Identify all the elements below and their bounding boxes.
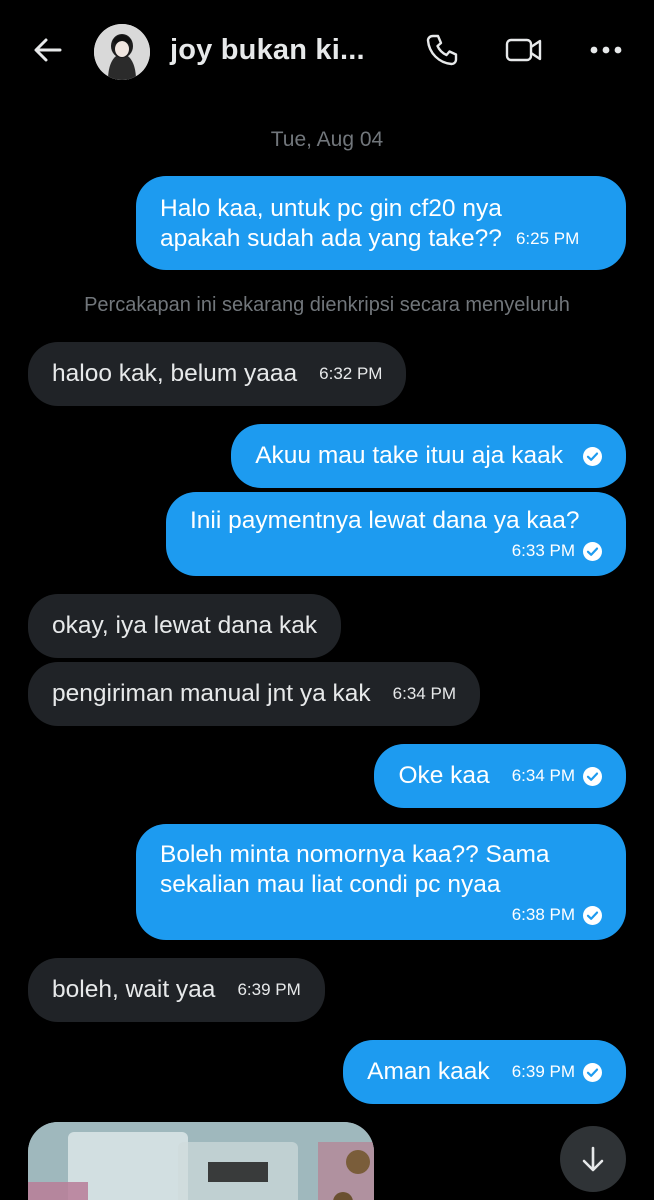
message-text: boleh, wait yaa	[52, 976, 216, 1003]
message-bubble-incoming[interactable]: pengiriman manual jnt ya kak 6:34 PM	[28, 662, 480, 726]
message-timestamp: 6:39 PM	[237, 980, 301, 999]
read-check-icon	[583, 1062, 602, 1082]
read-check-icon	[583, 446, 602, 466]
message-text-line: apakah sudah ada yang take??	[160, 225, 502, 252]
conversation-header: joy bukan ki...	[0, 0, 654, 104]
dm-conversation: joy bukan ki... Tue, Aug 04 Halo kaa, un…	[0, 0, 654, 1200]
message-text-line: Boleh minta nomornya kaa?? Sama	[160, 841, 550, 868]
back-arrow-icon	[34, 38, 62, 62]
message-bubble-incoming[interactable]: boleh, wait yaa 6:39 PM	[28, 958, 325, 1022]
message-bubble-incoming[interactable]: okay, iya lewat dana kak	[28, 594, 342, 658]
message-timestamp: 6:34 PM	[511, 766, 575, 785]
message-text: Akuu mau take ituu aja kaak	[255, 442, 563, 469]
message-text: haloo kak, belum yaaa	[52, 360, 298, 387]
date-separator: Tue, Aug 04	[270, 128, 384, 151]
back-button[interactable]	[28, 30, 68, 70]
message-timestamp: 6:32 PM	[319, 364, 383, 383]
message-bubble-outgoing[interactable]: Oke kaa 6:34 PM	[374, 744, 626, 808]
message-text: Inii paymentnya lewat dana ya kaa?	[190, 507, 580, 534]
message-bubble-outgoing[interactable]: Akuu mau take ituu aja kaak	[231, 424, 626, 488]
photo-thumbnail	[28, 1122, 374, 1200]
message-timestamp: 6:38 PM	[511, 905, 575, 924]
message-text: okay, iya lewat dana kak	[52, 612, 318, 639]
read-check-icon	[583, 766, 602, 786]
message-text-line: Halo kaa, untuk pc gin cf20 nya	[160, 195, 502, 222]
message-bubble-outgoing[interactable]: Aman kaak 6:39 PM	[343, 1040, 626, 1104]
message-bubble-outgoing[interactable]: Boleh minta nomornya kaa?? Sama sekalian…	[136, 824, 626, 940]
encryption-notice: Percakapan ini sekarang dienkripsi secar…	[84, 294, 570, 316]
message-bubble-outgoing[interactable]: Inii paymentnya lewat dana ya kaa? 6:33 …	[166, 492, 626, 576]
phone-icon	[426, 34, 458, 66]
message-timestamp: 6:34 PM	[392, 684, 456, 703]
message-bubble-outgoing[interactable]: Halo kaa, untuk pc gin cf20 nya apakah s…	[136, 176, 626, 270]
message-timestamp: 6:39 PM	[511, 1062, 575, 1081]
video-call-button[interactable]	[502, 28, 546, 72]
message-text-line: sekalian mau liat condi pc nyaa	[160, 871, 501, 898]
message-timestamp: 6:25 PM	[515, 229, 580, 248]
more-icon	[590, 46, 622, 54]
arrow-down-icon	[582, 1146, 604, 1172]
image-message[interactable]	[28, 1122, 374, 1200]
read-check-icon	[583, 905, 602, 925]
avatar[interactable]	[94, 24, 150, 80]
message-text: Oke kaa	[398, 762, 490, 789]
more-options-button[interactable]	[584, 28, 628, 72]
call-button[interactable]	[420, 28, 464, 72]
message-bubble-incoming[interactable]: haloo kak, belum yaaa 6:32 PM	[28, 342, 407, 406]
video-camera-icon	[505, 38, 542, 62]
message-text: Aman kaak	[367, 1058, 490, 1085]
avatar-image	[94, 24, 150, 80]
message-text: pengiriman manual jnt ya kak	[52, 680, 371, 707]
scroll-to-bottom-button[interactable]	[560, 1126, 626, 1192]
contact-name[interactable]: joy bukan ki...	[170, 34, 365, 67]
message-timestamp: 6:33 PM	[511, 541, 575, 560]
read-check-icon	[583, 541, 602, 561]
